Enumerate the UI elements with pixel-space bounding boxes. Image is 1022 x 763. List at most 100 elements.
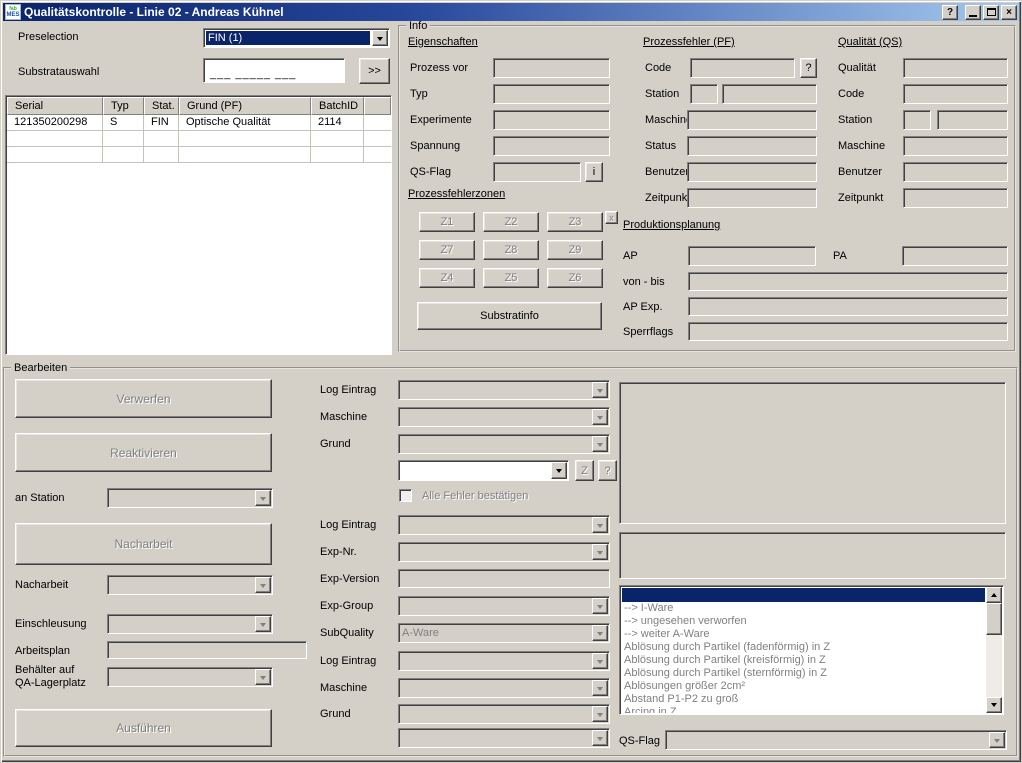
- qs-benutzer-field: [903, 162, 1008, 182]
- column-header-batchid[interactable]: BatchID: [311, 97, 364, 115]
- substratauswahl-label: Substratauswahl: [18, 66, 99, 78]
- maximize-button[interactable]: [983, 5, 999, 20]
- preselection-combobox[interactable]: FIN (1): [203, 28, 390, 48]
- exp-version-label: Exp-Version: [320, 573, 379, 585]
- info-i-button[interactable]: i: [585, 162, 603, 182]
- table-row[interactable]: 121350200298 S FIN Optische Qualität 211…: [7, 115, 391, 131]
- zone-button-z5[interactable]: Z5: [483, 268, 539, 288]
- exp-version-field[interactable]: [398, 569, 610, 588]
- exp-group-combo[interactable]: [398, 596, 610, 616]
- minimize-button[interactable]: [965, 5, 981, 20]
- list-item[interactable]: Ablösung durch Partikel (fadenförmig) in…: [622, 641, 985, 654]
- substrat-input[interactable]: ___ _____ ___ _______: [203, 58, 345, 83]
- zone-button-z6[interactable]: Z6: [547, 268, 603, 288]
- column-header-typ[interactable]: Typ: [103, 97, 144, 115]
- alle-fehler-checkbox[interactable]: [399, 489, 412, 502]
- column-header-stat[interactable]: Stat.: [144, 97, 179, 115]
- zone-button-z8[interactable]: Z8: [483, 240, 539, 260]
- column-header-serial[interactable]: Serial: [7, 97, 103, 115]
- log-eintrag-combo-1[interactable]: [398, 380, 610, 400]
- spannung-label: Spannung: [410, 140, 460, 152]
- von-bis-field: [688, 272, 1008, 291]
- an-station-combo[interactable]: [107, 488, 273, 508]
- einschleusung-combo[interactable]: [107, 614, 273, 634]
- empty-cell: [179, 131, 311, 147]
- fehler-help-button[interactable]: ?: [598, 460, 617, 481]
- list-item[interactable]: Abstand P1-P2 zu groß: [622, 693, 985, 706]
- list-item[interactable]: Ablösungen größer 2cm²: [622, 680, 985, 693]
- scrollbar-up-button[interactable]: [986, 587, 1002, 603]
- grund-listbox[interactable]: --> I-Ware --> ungesehen verworfen --> w…: [619, 585, 1004, 715]
- log-eintrag-combo-2[interactable]: [398, 515, 610, 535]
- zone-button-z2[interactable]: Z2: [483, 212, 539, 232]
- empty-cell: [311, 147, 364, 163]
- substrat-go-button[interactable]: >>: [359, 58, 390, 84]
- experimente-field: [493, 110, 610, 130]
- exp-nr-combo[interactable]: [398, 542, 610, 562]
- chevron-down-icon: [592, 625, 608, 641]
- preselection-value: FIN (1): [208, 32, 242, 44]
- list-item[interactable]: Ablösung durch Partikel (sternförmig) in…: [622, 667, 985, 680]
- arbeitsplan-field[interactable]: [107, 641, 307, 659]
- grund-combo-1[interactable]: [398, 434, 610, 454]
- zone-button-z3[interactable]: Z3: [547, 212, 603, 232]
- grund-combo-2[interactable]: [398, 704, 610, 724]
- zone-button-z9[interactable]: Z9: [547, 240, 603, 260]
- z-button[interactable]: Z: [575, 460, 594, 481]
- zone-button-z4[interactable]: Z4: [419, 268, 475, 288]
- qs-flag-label: QS-Flag: [410, 166, 451, 178]
- substratinfo-button[interactable]: Substratinfo: [417, 302, 602, 330]
- chevron-down-icon: [592, 706, 608, 722]
- chevron-down-icon: [989, 732, 1005, 748]
- listbox-selected-row[interactable]: [622, 588, 985, 602]
- behaelter-label-line1: Behälter auf: [15, 664, 74, 676]
- close-button[interactable]: ×: [1001, 5, 1017, 20]
- qs-flag-combo[interactable]: [665, 730, 1007, 750]
- nacharbeit-label: Nacharbeit: [15, 579, 68, 591]
- exp-nr-label: Exp-Nr.: [320, 546, 357, 558]
- minimize-icon: [969, 15, 977, 17]
- scrollbar-thumb[interactable]: [986, 603, 1002, 635]
- fehler-combo[interactable]: [398, 460, 569, 481]
- zone-close-button[interactable]: x: [605, 211, 618, 224]
- nacharbeit-combo[interactable]: [107, 575, 273, 595]
- verwerfen-button[interactable]: Verwerfen: [15, 379, 272, 418]
- cell-serial: 121350200298: [7, 115, 103, 131]
- detail-panel-large: [619, 382, 1006, 524]
- titlebar[interactable]: fab MES Qualitätskontrolle - Linie 02 - …: [3, 3, 1019, 21]
- chevron-down-icon: [551, 462, 567, 479]
- qs-flag-field: [493, 162, 581, 182]
- pf-help-button[interactable]: ?: [800, 58, 817, 78]
- ausfuehren-button[interactable]: Ausführen: [15, 709, 272, 747]
- zone-button-z1[interactable]: Z1: [419, 212, 475, 232]
- qs-zeitpunkt-field: [903, 188, 1008, 208]
- list-item[interactable]: --> I-Ware: [622, 602, 985, 615]
- list-item[interactable]: --> weiter A-Ware: [622, 628, 985, 641]
- zone-button-z7[interactable]: Z7: [419, 240, 475, 260]
- empty-cell: [179, 147, 311, 163]
- substrate-table: Serial Typ Stat. Grund (PF) BatchID 1213…: [5, 95, 392, 355]
- log-eintrag-combo-3[interactable]: [398, 651, 610, 671]
- arbeitsplan-label: Arbeitsplan: [15, 645, 70, 657]
- scrollbar-down-button[interactable]: [986, 697, 1002, 713]
- listbox-items: --> I-Ware --> ungesehen verworfen --> w…: [622, 602, 985, 713]
- chevron-down-icon[interactable]: [372, 30, 388, 46]
- list-item[interactable]: Ablösung durch Partikel (kreisförmig) in…: [622, 654, 985, 667]
- behaelter-combo[interactable]: [107, 667, 273, 687]
- bottom-combo[interactable]: [398, 728, 610, 748]
- pf-station-label: Station: [645, 88, 679, 100]
- nacharbeit-button[interactable]: Nacharbeit: [15, 523, 272, 565]
- empty-cell: [103, 131, 144, 147]
- chevron-down-icon: [592, 436, 608, 452]
- list-item[interactable]: --> ungesehen verworfen: [622, 615, 985, 628]
- help-button[interactable]: ?: [942, 5, 958, 20]
- reaktivieren-button[interactable]: Reaktivieren: [15, 433, 272, 472]
- column-header-grund[interactable]: Grund (PF): [179, 97, 311, 115]
- list-item[interactable]: Arcing in Z: [622, 706, 985, 713]
- subquality-combo[interactable]: A-Ware: [398, 623, 610, 643]
- pf-code-label: Code: [645, 62, 671, 74]
- maschine-combo-2[interactable]: [398, 678, 610, 698]
- listbox-scrollbar[interactable]: [986, 587, 1002, 713]
- maschine-label-1: Maschine: [320, 411, 367, 423]
- maschine-combo-1[interactable]: [398, 407, 610, 427]
